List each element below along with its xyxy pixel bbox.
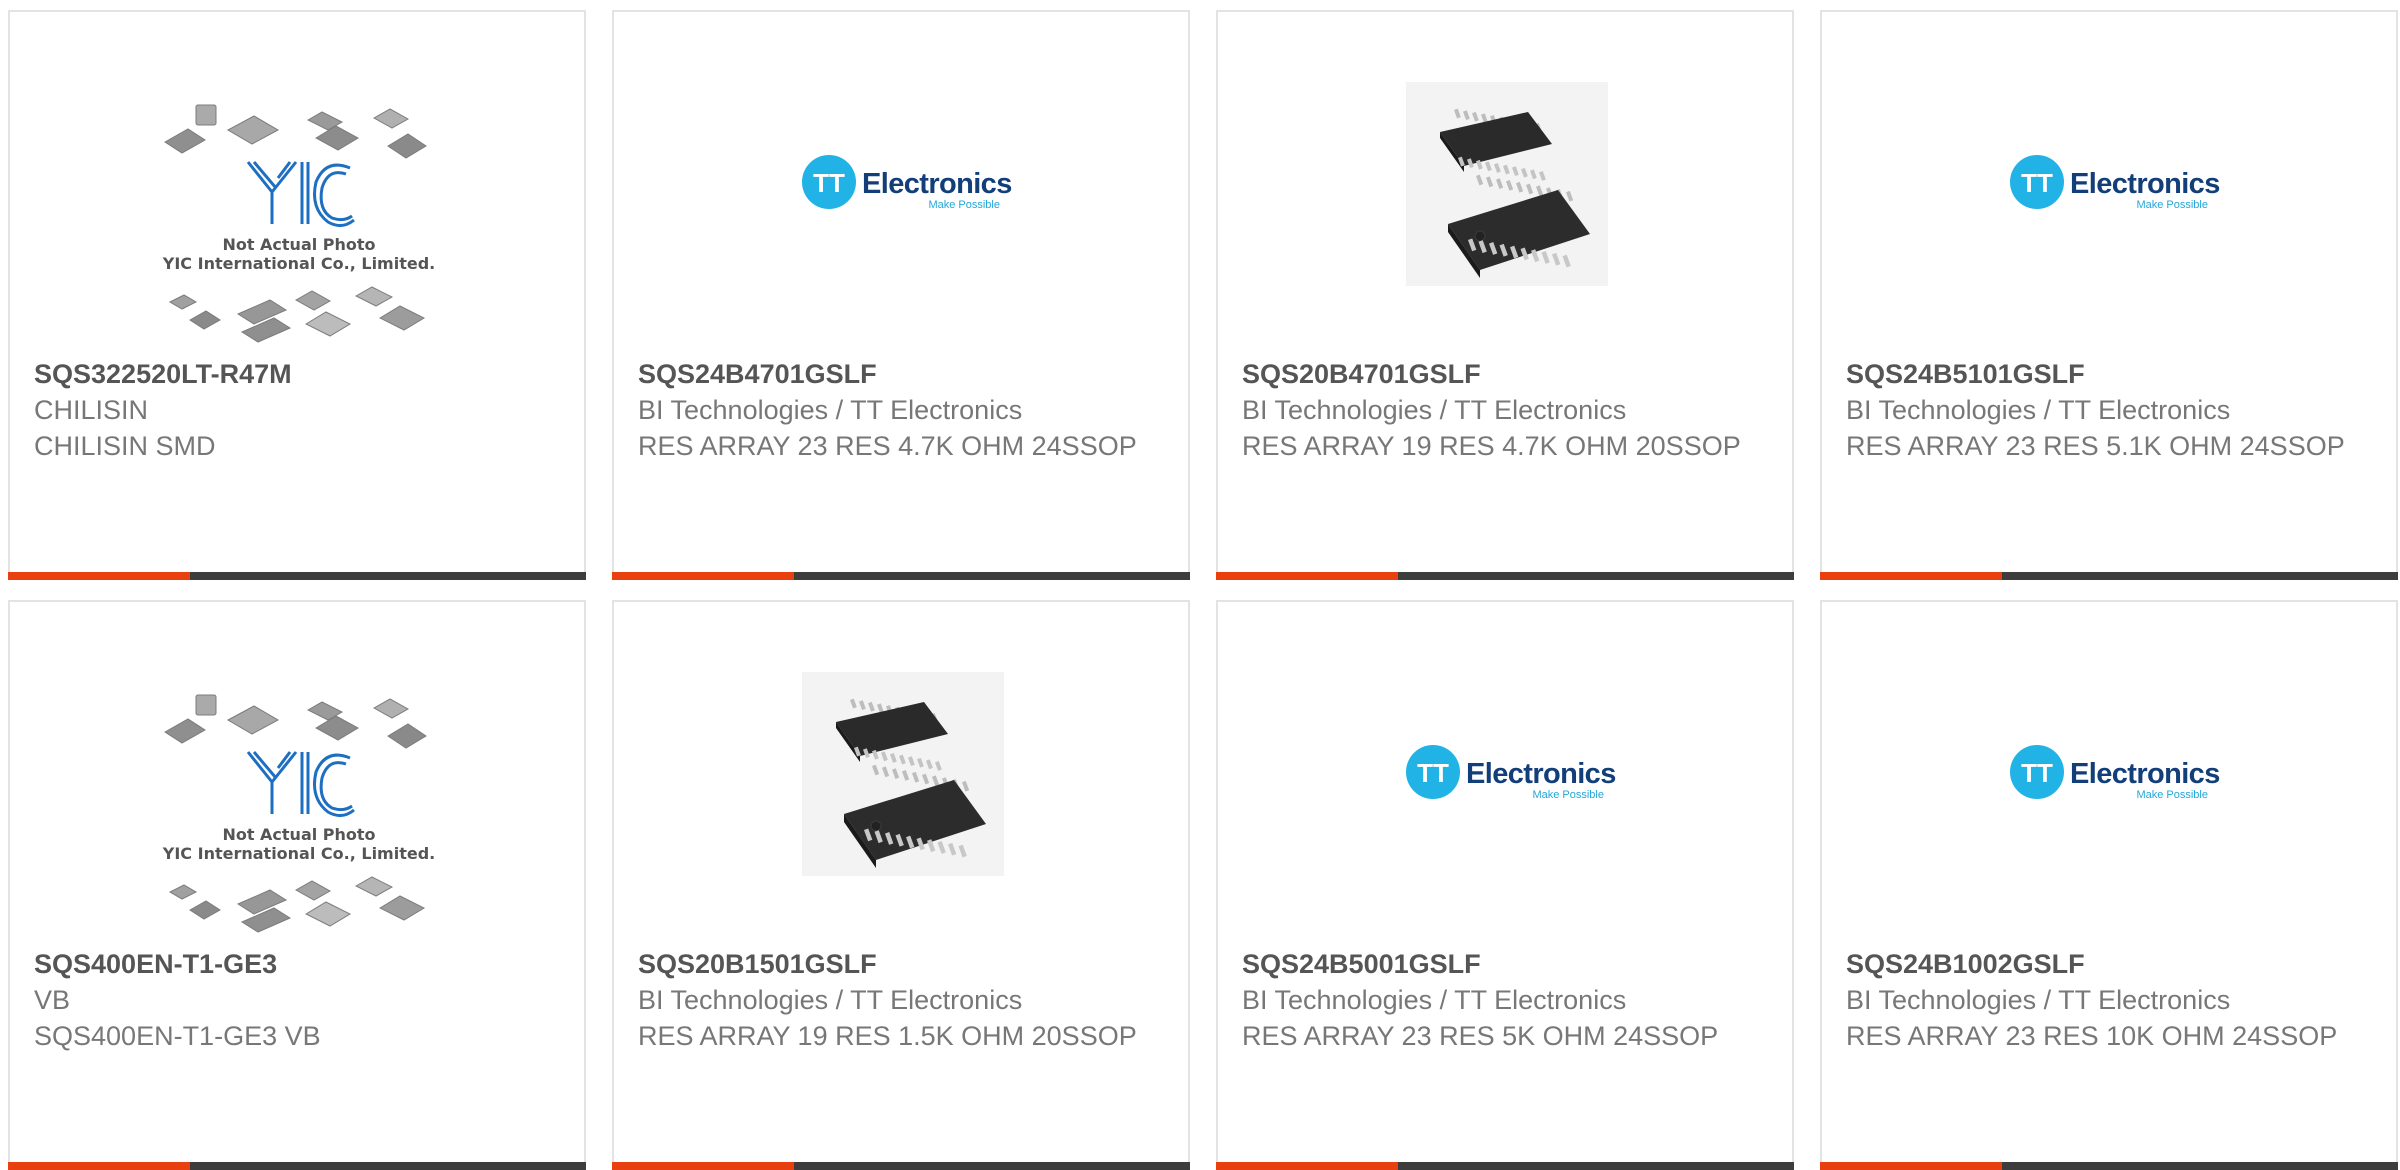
part-number-link[interactable]: SQS400EN-T1-GE3 [34,946,554,982]
product-image[interactable]: TT Electronics Make Possible [1822,602,2396,942]
product-image[interactable]: TT Electronics Make Possible [614,12,1188,352]
manufacturer-label: BI Technologies / TT Electronics [638,395,1023,425]
tt-logo-tagline: Make Possible [1532,789,1604,801]
svg-text:TT: TT [813,168,845,198]
tt-electronics-logo: TT Electronics Make Possible [802,155,1012,211]
tt-logo-tagline: Make Possible [2136,199,2208,211]
card-bottom-bar [8,572,586,580]
product-description: CHILISIN SMD [34,431,216,461]
card-bottom-bar [1820,1162,2398,1170]
tt-logo-word: Electronics [2070,168,2220,200]
part-number-link[interactable]: SQS20B4701GSLF [1242,356,1762,392]
card-accent-bar [612,572,794,580]
product-description: SQS400EN-T1-GE3 VB [34,1021,321,1051]
ssop-chip-photo [1406,82,1608,286]
part-number-link[interactable]: SQS24B5001GSLF [1242,946,1762,982]
tt-logo-word: Electronics [1466,758,1616,790]
product-image[interactable]: Not Actual Photo YIC International Co., … [10,12,584,352]
part-number-link[interactable]: SQS20B1501GSLF [638,946,1158,982]
card-bottom-bar [612,1162,1190,1170]
product-image[interactable]: Not Actual Photo YIC International Co., … [10,602,584,942]
product-info: SQS24B1002GSLF BI Technologies / TT Elec… [1846,946,2366,1054]
product-description: RES ARRAY 23 RES 10K OHM 24SSOP [1846,1021,2338,1051]
manufacturer-label: BI Technologies / TT Electronics [638,985,1023,1015]
product-image[interactable] [1218,12,1792,352]
product-info: SQS20B1501GSLF BI Technologies / TT Elec… [638,946,1158,1054]
tt-logo-word: Electronics [862,168,1012,200]
yic-caption-line-2: YIC International Co., Limited. [162,254,435,273]
product-info: SQS322520LT-R47M CHILISIN CHILISIN SMD [34,356,554,464]
product-description: RES ARRAY 19 RES 1.5K OHM 20SSOP [638,1021,1137,1051]
tt-logo-tagline: Make Possible [928,199,1000,211]
product-card[interactable]: Not Actual Photo YIC International Co., … [8,10,586,580]
yic-caption-line-2: YIC International Co., Limited. [162,844,435,863]
product-info: SQS24B5101GSLF BI Technologies / TT Elec… [1846,356,2366,464]
manufacturer-label: BI Technologies / TT Electronics [1846,985,2231,1015]
product-description: RES ARRAY 23 RES 4.7K OHM 24SSOP [638,431,1137,461]
card-accent-bar [1820,1162,2002,1170]
product-card[interactable]: SQS20B1501GSLF BI Technologies / TT Elec… [612,600,1190,1170]
manufacturer-label: CHILISIN [34,395,149,425]
card-accent-bar [8,1162,190,1170]
card-accent-bar [1820,572,2002,580]
card-bottom-bar [1216,572,1794,580]
product-card[interactable]: TT Electronics Make Possible SQS24B5101G… [1820,10,2398,580]
product-card[interactable]: TT Electronics Make Possible SQS24B1002G… [1820,600,2398,1170]
yic-placeholder-image: Not Actual Photo YIC International Co., … [162,104,435,343]
tt-electronics-logo: TT Electronics Make Possible [2010,745,2220,801]
yic-caption-line-1: Not Actual Photo [222,235,375,254]
card-accent-bar [1216,1162,1398,1170]
product-description: RES ARRAY 23 RES 5K OHM 24SSOP [1242,1021,1719,1051]
product-info: SQS24B5001GSLF BI Technologies / TT Elec… [1242,946,1762,1054]
svg-text:TT: TT [2021,168,2053,198]
tt-electronics-logo: TT Electronics Make Possible [2010,155,2220,211]
card-accent-bar [612,1162,794,1170]
product-info: SQS20B4701GSLF BI Technologies / TT Elec… [1242,356,1762,464]
svg-text:TT: TT [1417,758,1449,788]
manufacturer-label: BI Technologies / TT Electronics [1846,395,2231,425]
card-bottom-bar [612,572,1190,580]
product-card[interactable]: TT Electronics Make Possible SQS24B4701G… [612,10,1190,580]
product-image[interactable]: TT Electronics Make Possible [1822,12,2396,352]
product-card[interactable]: TT Electronics Make Possible SQS24B5001G… [1216,600,1794,1170]
part-number-link[interactable]: SQS322520LT-R47M [34,356,554,392]
product-card[interactable]: Not Actual Photo YIC International Co., … [8,600,586,1170]
tt-logo-word: Electronics [2070,758,2220,790]
product-grid: Not Actual Photo YIC International Co., … [0,0,2400,1170]
tt-electronics-logo: TT Electronics Make Possible [1406,745,1616,801]
card-bottom-bar [1216,1162,1794,1170]
card-bottom-bar [8,1162,586,1170]
manufacturer-label: VB [34,985,71,1015]
part-number-link[interactable]: SQS24B4701GSLF [638,356,1158,392]
product-image[interactable]: TT Electronics Make Possible [1218,602,1792,942]
card-bottom-bar [1820,572,2398,580]
part-number-link[interactable]: SQS24B5101GSLF [1846,356,2366,392]
svg-text:TT: TT [2021,758,2053,788]
card-accent-bar [1216,572,1398,580]
ssop-chip-photo [802,672,1004,876]
product-info: SQS24B4701GSLF BI Technologies / TT Elec… [638,356,1158,464]
product-image[interactable] [614,602,1188,942]
card-accent-bar [8,572,190,580]
manufacturer-label: BI Technologies / TT Electronics [1242,985,1627,1015]
yic-placeholder-image: Not Actual Photo YIC International Co., … [162,694,435,933]
manufacturer-label: BI Technologies / TT Electronics [1242,395,1627,425]
product-card[interactable]: SQS20B4701GSLF BI Technologies / TT Elec… [1216,10,1794,580]
yic-caption-line-1: Not Actual Photo [222,825,375,844]
product-description: RES ARRAY 23 RES 5.1K OHM 24SSOP [1846,431,2345,461]
tt-logo-tagline: Make Possible [2136,789,2208,801]
part-number-link[interactable]: SQS24B1002GSLF [1846,946,2366,982]
product-info: SQS400EN-T1-GE3 VB SQS400EN-T1-GE3 VB [34,946,554,1054]
product-description: RES ARRAY 19 RES 4.7K OHM 20SSOP [1242,431,1741,461]
